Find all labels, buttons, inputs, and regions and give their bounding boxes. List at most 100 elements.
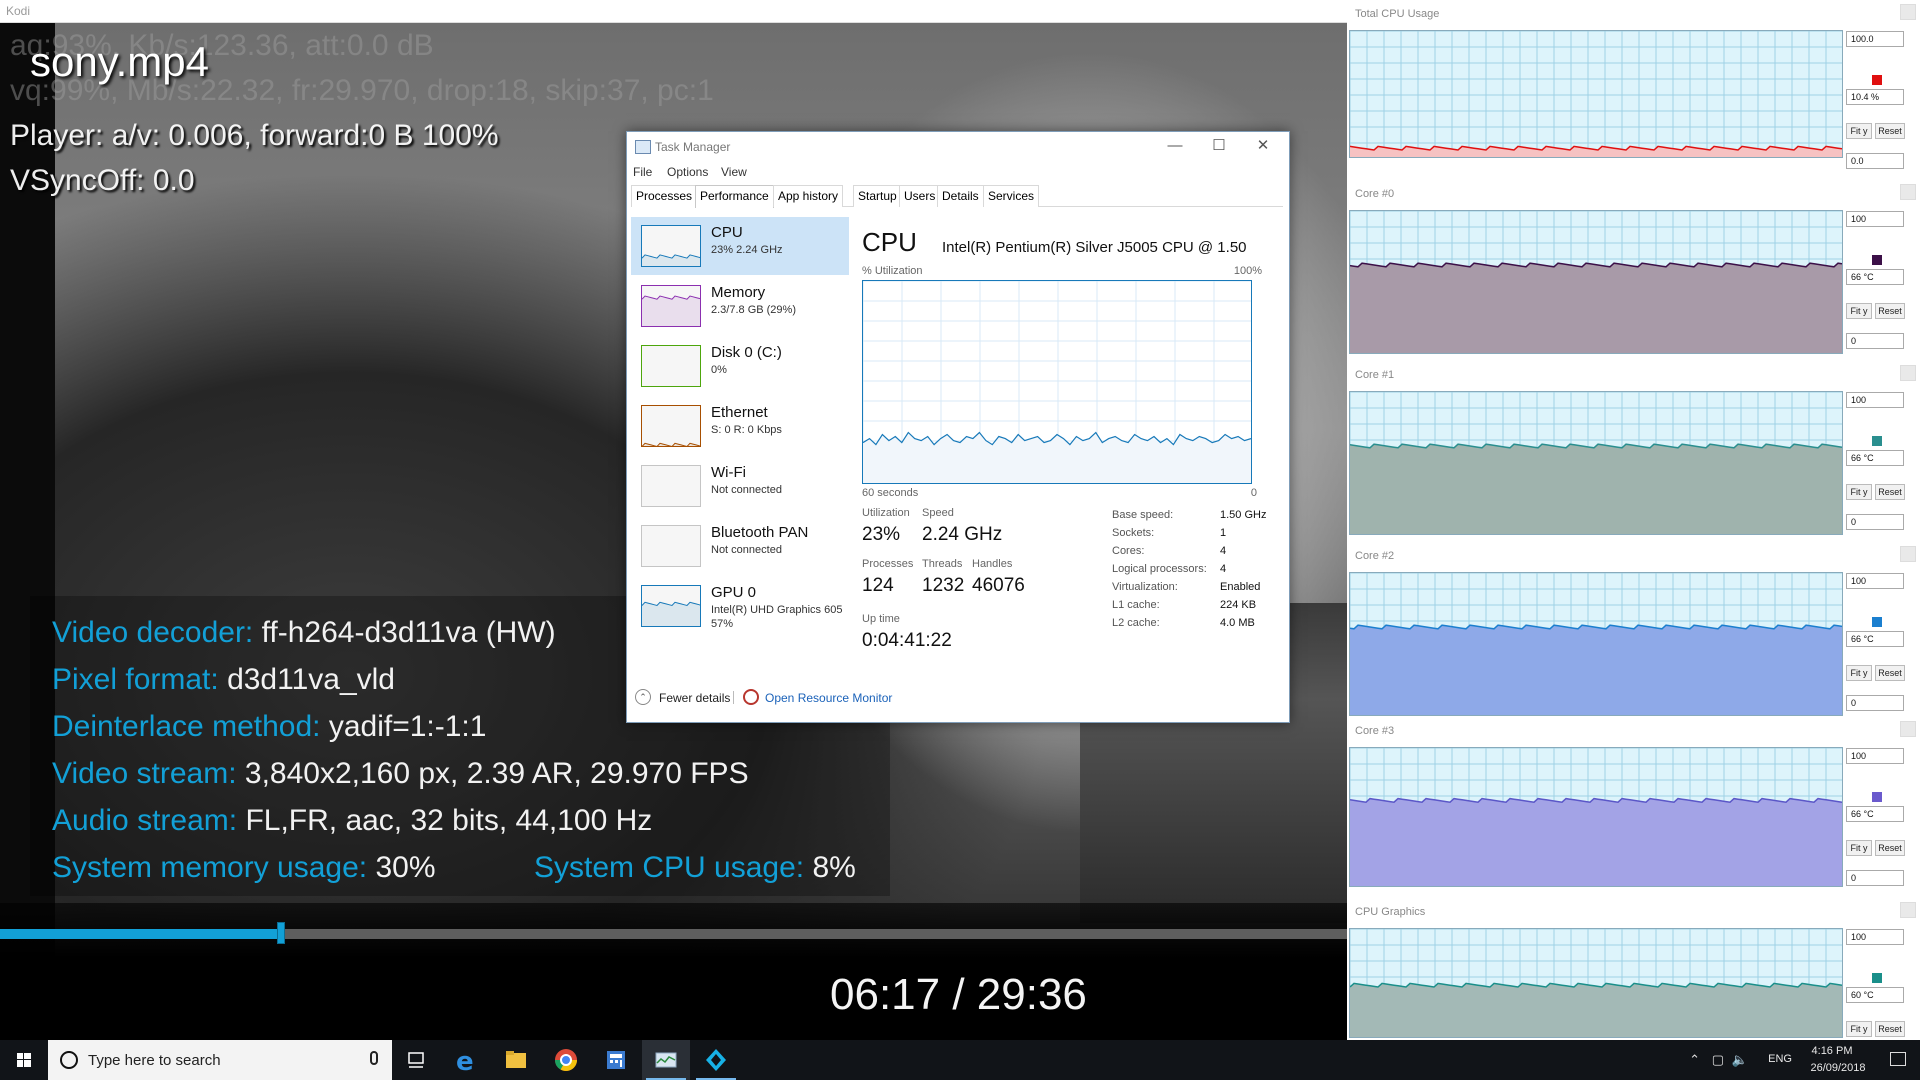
monitor-min-field[interactable]: 0 xyxy=(1846,333,1904,349)
thumbnail-graph xyxy=(642,295,700,326)
fewer-details-link[interactable]: Fewer details xyxy=(659,691,730,705)
monitor-gadget: Core #0 100 66 °C Fit y Reset 0 xyxy=(1347,180,1920,361)
reset-button[interactable]: Reset xyxy=(1875,123,1905,139)
taskbar-search-box[interactable]: Type here to search xyxy=(48,1040,392,1080)
debug-vsync-line: VSyncOff: 0.0 xyxy=(10,164,195,197)
series-color-swatch[interactable] xyxy=(1872,973,1882,983)
close-icon[interactable] xyxy=(1900,902,1916,918)
close-icon[interactable] xyxy=(1900,184,1916,200)
monitor-max-field[interactable]: 100 xyxy=(1846,748,1904,764)
calculator-button[interactable] xyxy=(592,1040,640,1080)
series-color-swatch[interactable] xyxy=(1872,436,1882,446)
search-placeholder: Type here to search xyxy=(88,1052,221,1069)
tab-users[interactable]: Users xyxy=(899,185,941,207)
chrome-icon xyxy=(555,1049,577,1071)
speed-label: Speed xyxy=(922,507,954,519)
task-manager-taskbar-button[interactable] xyxy=(642,1040,690,1080)
sidebar-item-label: Disk 0 (C:) xyxy=(711,344,782,361)
tab-startup[interactable]: Startup xyxy=(853,185,902,207)
sidebar-item-gpu[interactable]: GPU 0 Intel(R) UHD Graphics 605 57% xyxy=(631,577,849,635)
video-bottom-shade xyxy=(0,903,1347,1040)
sidebar-item-ethernet[interactable]: Ethernet S: 0 R: 0 Kbps xyxy=(631,397,849,455)
tab-app-history[interactable]: App history xyxy=(773,185,844,207)
fit-y-button[interactable]: Fit y xyxy=(1846,840,1872,856)
fit-y-button[interactable]: Fit y xyxy=(1846,123,1872,139)
tab-performance[interactable]: Performance xyxy=(695,185,774,208)
sidebar-item-label: Wi-Fi xyxy=(711,464,746,481)
reset-button[interactable]: Reset xyxy=(1875,303,1905,319)
open-resource-monitor-link[interactable]: Open Resource Monitor xyxy=(765,691,892,705)
monitor-series-area xyxy=(1350,625,1842,715)
minimize-button[interactable]: — xyxy=(1155,136,1195,156)
close-icon[interactable] xyxy=(1900,365,1916,381)
sidebar-item-disk[interactable]: Disk 0 (C:) 0% xyxy=(631,337,849,395)
kodi-titlebar[interactable]: Kodi xyxy=(0,0,1347,23)
fit-y-button[interactable]: Fit y xyxy=(1846,484,1872,500)
chrome-button[interactable] xyxy=(542,1040,590,1080)
reset-button[interactable]: Reset xyxy=(1875,1021,1905,1037)
notification-icon[interactable] xyxy=(1890,1052,1906,1066)
start-button[interactable] xyxy=(0,1040,48,1080)
close-icon[interactable] xyxy=(1900,546,1916,562)
fit-y-button[interactable]: Fit y xyxy=(1846,1021,1872,1037)
monitor-min-field[interactable]: 0.0 xyxy=(1846,153,1904,169)
system-cpu-row: System CPU usage: 8% xyxy=(534,851,856,885)
series-color-swatch[interactable] xyxy=(1872,792,1882,802)
network-icon[interactable]: ▢ xyxy=(1712,1052,1724,1068)
monitor-max-field[interactable]: 100.0 xyxy=(1846,31,1904,47)
input-language[interactable]: ENG xyxy=(1768,1053,1792,1065)
menu-file[interactable]: File xyxy=(633,165,652,179)
monitor-max-field[interactable]: 100 xyxy=(1846,211,1904,227)
calculator-icon xyxy=(607,1051,625,1069)
file-explorer-button[interactable] xyxy=(492,1040,540,1080)
seek-bar-handle[interactable] xyxy=(276,922,285,944)
monitor-current-field: 66 °C xyxy=(1846,450,1904,466)
monitor-max-field[interactable]: 100 xyxy=(1846,573,1904,589)
kodi-taskbar-button[interactable] xyxy=(692,1040,740,1080)
sidebar-item-memory[interactable]: Memory 2.3/7.8 GB (29%) xyxy=(631,277,849,335)
sidebar-item-bluetooth[interactable]: Bluetooth PAN Not connected xyxy=(631,517,849,575)
menu-options[interactable]: Options xyxy=(667,165,708,179)
task-manager-title: Task Manager xyxy=(655,140,731,154)
system-tray: ⌃ ▢ 🔈 ENG 4:16 PM 26/09/2018 xyxy=(1440,1040,1920,1080)
monitor-max-field[interactable]: 100 xyxy=(1846,392,1904,408)
sidebar-item-value: Intel(R) UHD Graphics 605 xyxy=(711,604,843,616)
sidebar-item-value: S: 0 R: 0 Kbps xyxy=(711,424,782,436)
sidebar-item-wifi[interactable]: Wi-Fi Not connected xyxy=(631,457,849,515)
footer-divider xyxy=(733,691,734,704)
series-color-swatch[interactable] xyxy=(1872,617,1882,627)
graph-time-end: 0 xyxy=(1250,487,1257,499)
close-icon[interactable] xyxy=(1900,721,1916,737)
chevron-up-icon[interactable]: ⌃ xyxy=(635,689,651,705)
fit-y-button[interactable]: Fit y xyxy=(1846,303,1872,319)
close-button[interactable]: ✕ xyxy=(1243,136,1283,156)
sidebar-item-cpu[interactable]: CPU 23% 2.24 GHz xyxy=(631,217,849,275)
tab-details[interactable]: Details xyxy=(937,185,984,207)
close-icon[interactable] xyxy=(1900,4,1916,20)
monitor-min-field[interactable]: 0 xyxy=(1846,514,1904,530)
fit-y-button[interactable]: Fit y xyxy=(1846,665,1872,681)
reset-button[interactable]: Reset xyxy=(1875,665,1905,681)
microphone-icon[interactable] xyxy=(370,1051,378,1065)
series-color-swatch[interactable] xyxy=(1872,75,1882,85)
task-manager-titlebar[interactable]: Task Manager — ☐ ✕ xyxy=(627,132,1289,162)
reset-button[interactable]: Reset xyxy=(1875,840,1905,856)
volume-icon[interactable]: 🔈 xyxy=(1732,1052,1748,1068)
processes-label: Processes xyxy=(862,558,914,570)
monitor-min-field[interactable]: 0 xyxy=(1846,870,1904,886)
monitor-max-field[interactable]: 100 xyxy=(1846,929,1904,945)
edge-button[interactable]: e xyxy=(442,1040,490,1080)
maximize-button[interactable]: ☐ xyxy=(1199,136,1239,156)
chevron-up-icon[interactable]: ⌃ xyxy=(1689,1052,1700,1068)
menu-view[interactable]: View xyxy=(721,165,747,179)
series-color-swatch[interactable] xyxy=(1872,255,1882,265)
task-view-button[interactable] xyxy=(392,1040,440,1080)
monitor-graph-svg xyxy=(1350,211,1842,353)
monitor-min-field[interactable]: 0 xyxy=(1846,695,1904,711)
tab-processes[interactable]: Processes xyxy=(631,185,698,207)
clock-time[interactable]: 4:16 PM xyxy=(1802,1045,1862,1057)
clock-date[interactable]: 26/09/2018 xyxy=(1802,1062,1874,1074)
resource-monitor-icon[interactable] xyxy=(743,689,759,705)
tab-services[interactable]: Services xyxy=(983,185,1040,207)
reset-button[interactable]: Reset xyxy=(1875,484,1905,500)
